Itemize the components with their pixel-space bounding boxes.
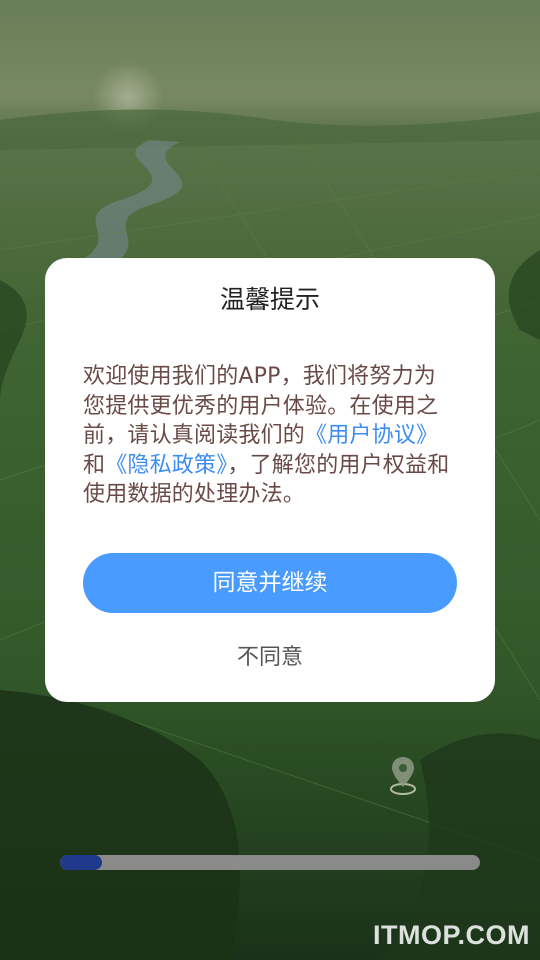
loading-progress-bar [60,855,480,870]
watermark-text: ITMOP.COM [372,920,530,950]
privacy-prompt-dialog: 温馨提示 欢迎使用我们的APP，我们将努力为您提供更优秀的用户体验。在使用之前，… [45,258,495,702]
agree-continue-button[interactable]: 同意并继续 [83,553,457,613]
privacy-policy-link[interactable]: 《隐私政策》 [105,453,227,478]
dialog-message: 欢迎使用我们的APP，我们将努力为您提供更优秀的用户体验。在使用之前，请认真阅读… [83,362,457,510]
location-pin-icon [390,757,416,795]
loading-progress-fill [60,855,102,870]
disagree-button[interactable]: 不同意 [195,640,345,676]
splash-screen: 温馨提示 欢迎使用我们的APP，我们将努力为您提供更优秀的用户体验。在使用之前，… [0,0,540,960]
dialog-title: 温馨提示 [219,285,320,314]
user-agreement-link[interactable]: 《用户协议》 [305,423,438,448]
message-text: 和 [83,452,106,478]
